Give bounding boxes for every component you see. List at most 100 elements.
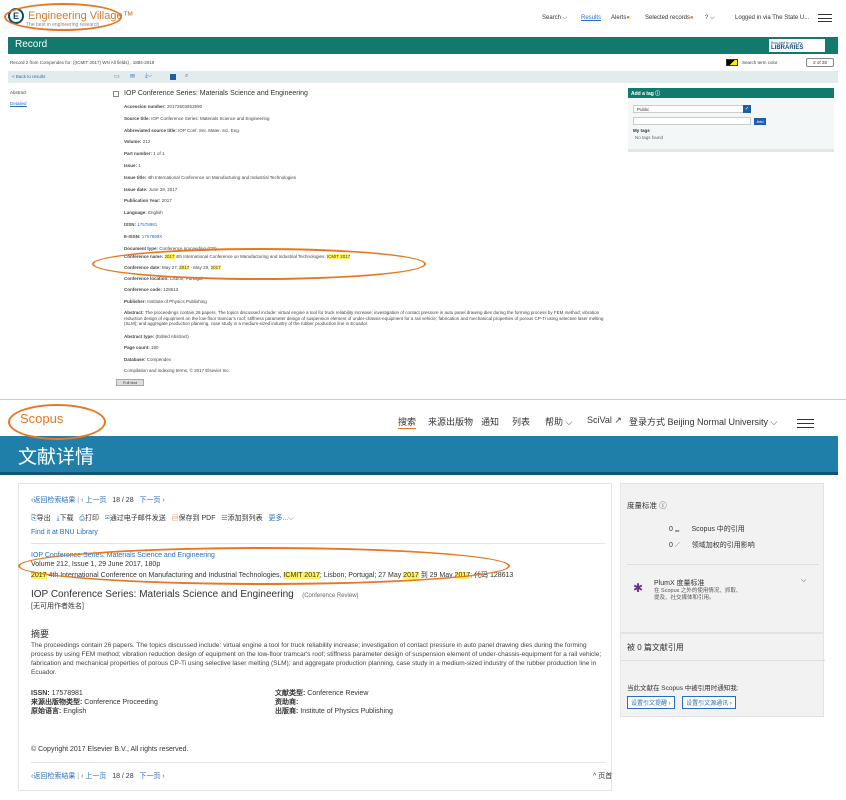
sc-prev-link-bottom[interactable]: ‹ 上一页 — [81, 773, 106, 780]
ev-field-label: Issue title: — [124, 174, 147, 180]
ev-field-row: Conference code: 128613 — [124, 287, 178, 292]
sc-source-link-text[interactable]: IOP Conference Series: Materials Science… — [31, 552, 215, 559]
sc-nav-help[interactable]: 帮助 ⌵ — [545, 415, 572, 428]
sc-set-citation-feed-button[interactable]: 设置引文源通讯 › — [682, 696, 736, 709]
sc-result-nav-bottom: ‹返回检索结果 | ‹ 上一页 18 / 28 下一页 › — [31, 773, 165, 780]
sc-meta-label: 资助商: — [275, 699, 299, 706]
ev-pager[interactable]: 2 of 28 — [806, 58, 834, 67]
ev-alert-badge-icon: ● — [626, 15, 630, 21]
sc-meta-left: ISSN: 17578981 来源出版物类型: Conference Procee… — [31, 689, 158, 716]
ev-record-header: Record Brought to you by LIBRARIES — [8, 37, 838, 54]
ev-nav-login[interactable]: Logged in via The State U... — [735, 15, 809, 21]
ev-nav-alerts-label: Alerts — [611, 15, 627, 21]
ev-field-row: Accession number: 20172603553990 — [124, 104, 202, 109]
sc-meta-row: 文献类型: Conference Review — [275, 689, 393, 698]
ev-toolbar: < Back to results ▭ ✉ ⤓⌵ ⌕ — [8, 71, 838, 83]
ev-fulltext-button[interactable]: Full text — [116, 379, 144, 386]
ev-field-label: Publication Year: — [124, 198, 161, 204]
ev-field-label: Volume: — [124, 139, 142, 145]
sc-position: 18 / 28 — [112, 497, 134, 504]
ev-nav-selected-records[interactable]: Selected records● — [645, 15, 694, 21]
ev-doc-title: IOP Conference Series: Materials Science… — [124, 90, 308, 97]
sc-nav-alerts[interactable]: 通知 — [481, 415, 499, 428]
ev-conf-name-highlight-1: 2017 — [164, 254, 175, 259]
ev-hamburger-icon[interactable] — [818, 14, 832, 22]
sc-email-action[interactable]: ✉通过电子邮件发送 — [105, 515, 166, 522]
ev-topbar: E Engineering Village™ The best in engin… — [0, 0, 846, 36]
sc-download-label: 下载 — [59, 515, 74, 522]
ev-chevron-down-icon[interactable]: ✓ — [743, 105, 751, 113]
sc-nav-scival[interactable]: SciVal ↗ — [587, 415, 622, 426]
ev-side-detailed[interactable]: Detailed — [10, 101, 27, 107]
sc-set-citation-alert-button[interactable]: 设置引文提醒 › — [627, 696, 675, 709]
ev-tag-input[interactable] — [633, 117, 751, 125]
ev-field-row: Publisher: Institute of Physics Publishi… — [124, 299, 207, 304]
sc-export-action[interactable]: ⎘导出 — [31, 515, 51, 522]
sc-next-link[interactable]: 下一页 › — [139, 497, 164, 504]
sc-doc-title: IOP Conference Series: Materials Science… — [31, 589, 294, 600]
ev-nav-results[interactable]: Results — [581, 15, 601, 21]
ev-comment-icon[interactable]: ▭ — [114, 73, 120, 80]
sc-meta-label: ISSN: — [31, 690, 50, 697]
ev-search-term-color-label: Search term color — [742, 60, 778, 65]
sc-fwci-label: 领域加权的引用影响 — [691, 542, 755, 549]
ev-side-abstract[interactable]: Abstract — [10, 90, 27, 95]
ev-field-row: Language: English — [124, 210, 163, 215]
sc-pdf-action[interactable]: ▤保存到 PDF — [172, 515, 216, 522]
sc-email-label: 通过电子邮件发送 — [109, 515, 166, 522]
ev-search-term-color[interactable]: Search term color — [726, 59, 778, 66]
ev-field-value: 4th International Conference on Manufact… — [147, 174, 297, 180]
ev-search-icon[interactable]: ⌕ — [185, 73, 188, 80]
sc-addlist-action[interactable]: ☰添加到列表 — [221, 515, 262, 522]
ev-field-value: (Edited Abstract) — [155, 334, 189, 339]
sc-plumx-chevron-icon[interactable]: ⌵ — [801, 577, 806, 585]
ev-field-label: ISSN: — [124, 222, 137, 227]
sc-metrics-heading: 度量标准 ⓘ — [627, 501, 667, 510]
sc-more-action[interactable]: 更多...⌵ — [268, 515, 293, 522]
ev-email-icon[interactable]: ✉ — [130, 73, 135, 80]
sc-nav-login[interactable]: 登录方式 Beijing Normal University ⌵ — [629, 415, 777, 428]
sc-document-details: ‹返回检索结果 | ‹ 上一页 18 / 28 下一页 › ⎘导出 ⤓下载 ⎙打… — [18, 483, 612, 791]
sc-print-action[interactable]: ⎙打印 — [79, 515, 99, 522]
ev-tag-visibility-select[interactable]: Public ✓ — [633, 105, 751, 113]
sc-export-label: 导出 — [36, 515, 51, 522]
sc-doc-type: (Conference Review) — [302, 593, 359, 599]
sc-nav-search[interactable]: 搜索 — [398, 415, 417, 429]
ev-add-tag-button[interactable]: Add — [754, 118, 766, 125]
sc-prev-link[interactable]: ‹ 上一页 — [81, 497, 106, 504]
ev-save-icon[interactable] — [170, 74, 176, 80]
ev-nav-help[interactable]: ? ⌵ — [705, 15, 715, 22]
sc-back-to-results[interactable]: ‹返回检索结果 — [31, 497, 75, 504]
sc-source-link[interactable]: IOP Conference Series: Materials Science… — [31, 552, 215, 559]
ev-select-checkbox[interactable] — [113, 91, 119, 97]
sc-find-it[interactable]: Find it at BNU Library — [31, 529, 98, 536]
ev-nav-alerts[interactable]: Alerts● — [611, 15, 630, 21]
sc-logo[interactable]: Scopus — [20, 411, 63, 426]
sc-back-to-top[interactable]: ^ 页首 — [593, 771, 612, 781]
ev-nav-search[interactable]: Search ⌵ — [542, 15, 567, 22]
sc-meta-label: 原始语言: — [31, 708, 62, 715]
sc-download-action[interactable]: ⤓下载 — [56, 515, 73, 522]
ev-conf-loc-value: Lisbon, Portugal — [170, 276, 203, 281]
sc-conf-text-4: ; 代码 128613 — [470, 572, 514, 579]
ev-conf-date-highlight-1: 2017 — [179, 265, 190, 270]
sc-page-title: 文献详情 — [18, 447, 95, 468]
sc-nav-sources[interactable]: 来源出版物 — [428, 415, 473, 428]
sc-conf-highlight-3: 2017 — [403, 572, 419, 579]
sc-pdf-icon: ▤ — [171, 515, 179, 522]
sc-next-link-bottom[interactable]: 下一页 › — [139, 773, 164, 780]
sc-plumx-title[interactable]: PlumX 度量标准 — [654, 578, 705, 588]
ev-field-value: 1 — [138, 163, 141, 168]
sc-hamburger-icon[interactable] — [797, 419, 814, 428]
sc-find-it-link[interactable]: Find it at BNU Library — [31, 529, 98, 536]
ev-tag-header: Add a tag ⓘ — [628, 88, 834, 98]
ev-field-label: Publisher: — [124, 298, 147, 304]
ev-download-icon[interactable]: ⤓⌵ — [145, 73, 152, 80]
sc-back-to-results-bottom[interactable]: ‹返回检索结果 — [31, 773, 75, 780]
ev-abstract: Abstract: The proceedings contain 26 pap… — [124, 310, 610, 327]
sc-nav-lists[interactable]: 列表 — [512, 415, 530, 428]
sc-meta-row: ISSN: 17578981 — [31, 689, 158, 698]
ev-back-to-results[interactable]: < Back to results — [12, 74, 45, 79]
sc-conference-line: 2017 4th International Conference on Man… — [31, 570, 513, 580]
ev-color-swatch-icon[interactable] — [726, 59, 738, 66]
